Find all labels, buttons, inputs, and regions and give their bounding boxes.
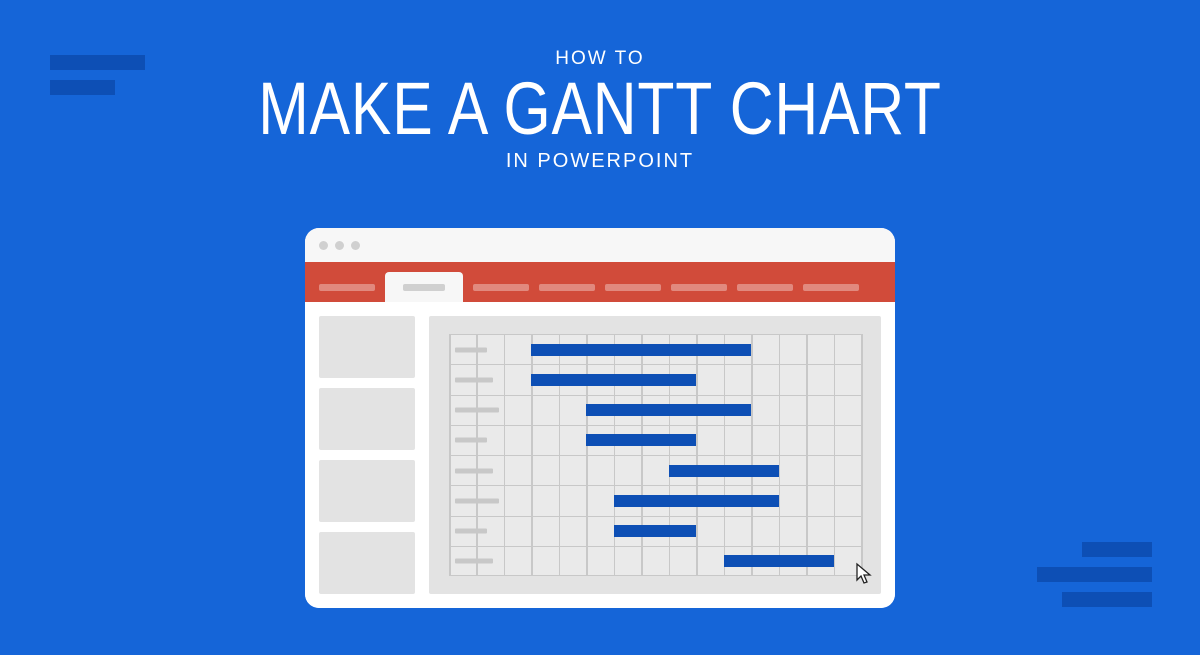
gantt-bar[interactable]	[586, 434, 696, 446]
gantt-row	[449, 516, 861, 546]
deco-bar	[1082, 542, 1152, 557]
gantt-row	[449, 455, 861, 485]
gantt-gridline	[861, 334, 863, 576]
gantt-task-label	[455, 468, 493, 473]
gantt-row	[449, 546, 861, 576]
ribbon-tab-label	[403, 284, 445, 291]
ribbon-menu-item[interactable]	[803, 284, 859, 291]
gantt-task-label	[455, 438, 487, 443]
deco-bar	[1037, 567, 1152, 582]
gantt-row	[449, 425, 861, 455]
window-control-close[interactable]	[319, 241, 328, 250]
ribbon-menu-item[interactable]	[671, 284, 727, 291]
gantt-task-label	[455, 529, 487, 534]
headline-text: MAKE A GANTT CHART	[108, 72, 1092, 146]
gantt-task-label	[455, 377, 493, 382]
gantt-task-label	[455, 408, 499, 413]
gantt-bar[interactable]	[614, 495, 779, 507]
window-control-maximize[interactable]	[351, 241, 360, 250]
ribbon-menu-item[interactable]	[473, 284, 529, 291]
powerpoint-window	[305, 228, 895, 608]
main-slide-canvas[interactable]	[429, 316, 881, 594]
gantt-row	[449, 395, 861, 425]
gantt-task-label	[455, 347, 487, 352]
subline-text: IN POWERPOINT	[0, 150, 1200, 173]
ribbon-menu-item[interactable]	[605, 284, 661, 291]
gantt-row	[449, 485, 861, 515]
gantt-row	[449, 334, 861, 364]
mouse-cursor-icon	[855, 562, 875, 586]
title-block: HOW TO MAKE A GANTT CHART IN POWERPOINT	[0, 48, 1200, 173]
workspace	[305, 302, 895, 608]
deco-bar	[1062, 592, 1152, 607]
slide-thumbnail[interactable]	[319, 316, 415, 378]
gantt-bar[interactable]	[586, 404, 751, 416]
ribbon-menu-item[interactable]	[539, 284, 595, 291]
slide-thumbnail[interactable]	[319, 388, 415, 450]
gantt-bar[interactable]	[531, 374, 696, 386]
window-titlebar	[305, 228, 895, 262]
ribbon-menu-item[interactable]	[737, 284, 793, 291]
gantt-bar[interactable]	[531, 344, 751, 356]
gantt-chart	[449, 334, 861, 576]
slide-thumbnail[interactable]	[319, 460, 415, 522]
gantt-bar[interactable]	[724, 555, 834, 567]
slide-thumbnail[interactable]	[319, 532, 415, 594]
ribbon-bar	[305, 262, 895, 302]
decoration-bottom-right	[1037, 542, 1152, 607]
gantt-bar[interactable]	[614, 525, 696, 537]
slide-thumbnail-panel	[319, 316, 415, 594]
gantt-bar[interactable]	[669, 465, 779, 477]
gantt-row	[449, 364, 861, 394]
gantt-task-label	[455, 559, 493, 564]
window-control-minimize[interactable]	[335, 241, 344, 250]
gantt-task-label	[455, 498, 499, 503]
ribbon-tab-active[interactable]	[385, 272, 463, 302]
ribbon-menu-item[interactable]	[319, 284, 375, 291]
